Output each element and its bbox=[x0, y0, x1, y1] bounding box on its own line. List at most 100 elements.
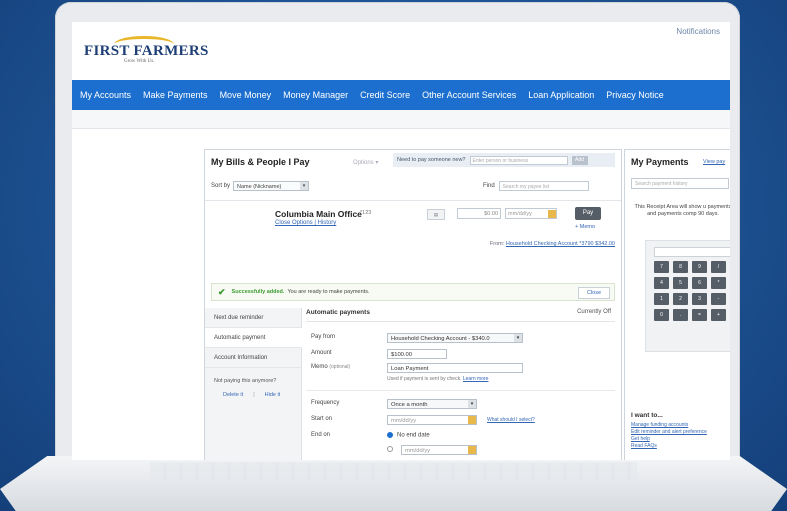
not-paying-text: Not paying this anymore? bbox=[214, 378, 277, 384]
calc-key[interactable]: 2 bbox=[673, 293, 688, 305]
find-label: Find bbox=[483, 183, 495, 189]
add-payee-button[interactable]: Add bbox=[571, 155, 588, 165]
memo-optional: (optional) bbox=[329, 364, 351, 370]
receipt-text: This Receipt Area will show u payments a… bbox=[634, 204, 730, 217]
calc-key[interactable]: 8 bbox=[673, 261, 688, 273]
calc-key[interactable]: / bbox=[711, 261, 726, 273]
frequency-select[interactable]: Once a month ▾ bbox=[387, 399, 477, 409]
read-faqs-link[interactable]: Read FAQs bbox=[631, 443, 707, 450]
calc-key[interactable]: * bbox=[711, 277, 726, 289]
calc-key[interactable]: 9 bbox=[692, 261, 707, 273]
frequency-label: Frequency bbox=[311, 400, 340, 406]
find-row: Find Search my payee list bbox=[483, 181, 589, 191]
nav-other-services[interactable]: Other Account Services bbox=[422, 90, 516, 100]
nav-money-manager[interactable]: Money Manager bbox=[283, 90, 348, 100]
nav-privacy-notice[interactable]: Privacy Notice bbox=[606, 90, 664, 100]
pay-from-select[interactable]: Household Checking Account - $340.0 ▾ bbox=[387, 333, 523, 343]
nav-loan-application[interactable]: Loan Application bbox=[528, 90, 594, 100]
start-date-placeholder: mm/dd/yy bbox=[391, 418, 417, 424]
edit-preferences-link[interactable]: Edit reminder and alert preference bbox=[631, 429, 707, 436]
tab-account-information[interactable]: Account Information bbox=[205, 348, 301, 368]
nav-credit-score[interactable]: Credit Score bbox=[360, 90, 410, 100]
payee-options-links[interactable]: Close Options | History bbox=[275, 220, 336, 226]
nav-make-payments[interactable]: Make Payments bbox=[143, 90, 208, 100]
radio-selected-icon[interactable] bbox=[387, 432, 393, 438]
memo-input[interactable]: Loan Payment bbox=[387, 363, 523, 373]
tab-automatic-payment[interactable]: Automatic payment bbox=[205, 328, 302, 348]
nav-my-accounts[interactable]: My Accounts bbox=[80, 90, 131, 100]
payment-date-input[interactable]: mm/dd/yy bbox=[505, 208, 557, 219]
bill-icon: ▤ bbox=[427, 209, 445, 220]
calc-key[interactable]: 6 bbox=[692, 277, 707, 289]
bills-panel: My Bills & People I Pay Options ▾ Need t… bbox=[204, 149, 622, 460]
new-payee-input[interactable]: Enter person or business bbox=[469, 155, 568, 165]
sort-label: Sort by bbox=[211, 183, 231, 189]
tab-next-due-reminder[interactable]: Next due reminder bbox=[205, 308, 301, 328]
memo-label: Memo bbox=[311, 364, 328, 370]
nav-move-money[interactable]: Move Money bbox=[220, 90, 272, 100]
auto-payments-status: Currently Off bbox=[577, 309, 611, 315]
end-date-input[interactable]: mm/dd/yy bbox=[401, 445, 477, 455]
start-label: Start on bbox=[311, 416, 333, 422]
pay-button[interactable]: Pay bbox=[575, 207, 601, 220]
chevron-down-icon: ▾ bbox=[300, 182, 309, 190]
calc-key[interactable]: = bbox=[692, 309, 707, 321]
calc-key[interactable]: 4 bbox=[654, 277, 669, 289]
calc-key[interactable]: 0 bbox=[654, 309, 669, 321]
chevron-down-icon: ▾ bbox=[514, 334, 522, 342]
pay-from-label: Pay from bbox=[311, 334, 336, 340]
calendar-icon[interactable] bbox=[548, 210, 556, 218]
start-date-input[interactable]: mm/dd/yy bbox=[387, 415, 477, 425]
sort-row: Sort by Name (Nickname) ▾ bbox=[211, 181, 310, 191]
calculator-display bbox=[654, 247, 730, 257]
memo-label-row: Memo (optional) bbox=[311, 364, 350, 370]
calendar-icon[interactable] bbox=[468, 416, 476, 424]
laptop-keyboard bbox=[150, 462, 637, 480]
end-date-option[interactable] bbox=[387, 446, 397, 453]
new-payee-box: Need to pay someone new? Enter person or… bbox=[393, 153, 615, 167]
i-want-title: I want to... bbox=[631, 412, 663, 419]
success-text: You are ready to make payments. bbox=[287, 289, 370, 295]
radio-icon[interactable] bbox=[387, 446, 393, 452]
get-help-link[interactable]: Get help bbox=[631, 436, 707, 443]
what-to-select-link[interactable]: What should I select? bbox=[487, 417, 535, 423]
learn-more-link[interactable]: Learn more bbox=[463, 376, 489, 382]
hide-payee-link[interactable]: Hide it bbox=[265, 392, 281, 398]
calc-key[interactable]: 1 bbox=[654, 293, 669, 305]
calc-key[interactable]: . bbox=[673, 309, 688, 321]
calc-key[interactable]: 5 bbox=[673, 277, 688, 289]
delete-payee-link[interactable]: Delete it bbox=[223, 392, 243, 398]
calc-key[interactable]: - bbox=[711, 293, 726, 305]
sort-select[interactable]: Name (Nickname) ▾ bbox=[233, 181, 310, 191]
checkmark-icon: ✔ bbox=[218, 286, 226, 297]
manage-funding-link[interactable]: Manage funding accounts bbox=[631, 422, 707, 429]
auto-amount-input[interactable]: $100.00 bbox=[387, 349, 447, 359]
payee-name[interactable]: Columbia Main Office bbox=[275, 209, 362, 219]
memo-link[interactable]: + Memo bbox=[575, 224, 595, 230]
calc-key[interactable]: 3 bbox=[692, 293, 707, 305]
payment-search-input[interactable]: Search payment history bbox=[631, 178, 729, 189]
success-message: ✔ Successfully added. You are ready to m… bbox=[211, 283, 615, 301]
form-divider bbox=[306, 390, 615, 391]
logo-tagline: Grow With Us. bbox=[124, 59, 155, 64]
close-message-button[interactable]: Close bbox=[578, 287, 610, 299]
calculator-widget: 7 8 9 / 4 5 6 * 1 2 3 - 0 . = + bbox=[645, 240, 730, 352]
end-no-date-option[interactable]: No end date bbox=[387, 432, 430, 439]
find-input[interactable]: Search my payee list bbox=[498, 181, 589, 191]
end-no-date-label: No end date bbox=[397, 432, 430, 439]
end-label: End on bbox=[311, 432, 331, 438]
calendar-icon[interactable] bbox=[468, 446, 476, 454]
view-payments-link[interactable]: View pay bbox=[703, 159, 725, 165]
notifications-link[interactable]: Notifications bbox=[676, 27, 720, 36]
calc-key[interactable]: + bbox=[711, 309, 726, 321]
calc-key[interactable]: 7 bbox=[654, 261, 669, 273]
pay-from-value: Household Checking Account - $340.0 bbox=[391, 336, 490, 342]
payee-account: *123 bbox=[360, 210, 372, 216]
options-dropdown[interactable]: Options ▾ bbox=[353, 159, 378, 166]
sort-value: Name (Nickname) bbox=[237, 184, 282, 190]
payment-amount-input[interactable]: $0.00 bbox=[457, 208, 501, 219]
from-account-link[interactable]: Household Checking Account *3790 $342.00 bbox=[506, 241, 615, 247]
bank-logo[interactable]: FIRST FARMERS Grow With Us. bbox=[84, 36, 209, 64]
frequency-value: Once a month bbox=[391, 402, 428, 408]
chevron-down-icon: ▾ bbox=[468, 400, 476, 408]
